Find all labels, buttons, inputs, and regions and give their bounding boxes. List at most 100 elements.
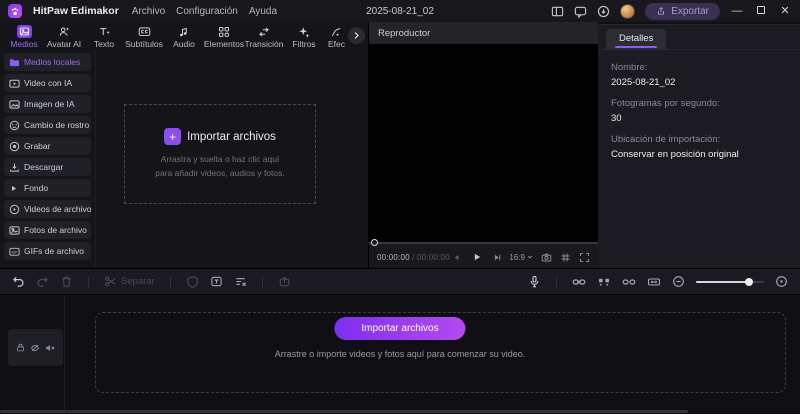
sidebar-item-video-con-ia[interactable]: Video con IA bbox=[4, 74, 91, 92]
sidebar-item-videos-de-archivo[interactable]: Videos de archivo bbox=[4, 200, 91, 218]
media-tabbar: Medios Avatar AI Texto Subtítulos Audio … bbox=[0, 22, 368, 50]
undo-icon[interactable] bbox=[12, 275, 25, 288]
media-sidebar: Medios locales Video con IA Imagen de IA… bbox=[0, 50, 95, 268]
player-header: Reproductor bbox=[369, 22, 598, 44]
tab-filtros[interactable]: Filtros bbox=[284, 25, 324, 49]
menu-archivo[interactable]: Archivo bbox=[132, 6, 165, 17]
timeline-toolbar: Separar bbox=[0, 268, 800, 295]
media-icon bbox=[16, 25, 32, 38]
field-label-fps: Fotogramas por segundo: bbox=[611, 98, 720, 109]
mask-icon[interactable] bbox=[186, 275, 199, 288]
gif-icon: GIF bbox=[9, 246, 20, 257]
zoom-fit-icon[interactable] bbox=[775, 275, 788, 288]
download-update-icon[interactable] bbox=[597, 5, 610, 18]
tab-medios[interactable]: Medios bbox=[4, 25, 44, 49]
tabs-overflow-button[interactable] bbox=[348, 27, 365, 44]
sidebar-item-grabar[interactable]: Grabar bbox=[4, 137, 91, 155]
download-icon bbox=[9, 162, 20, 173]
tab-efectos-clipped[interactable]: Efec bbox=[324, 25, 348, 49]
record-icon bbox=[9, 141, 20, 152]
tab-transicion[interactable]: Transición bbox=[244, 25, 284, 49]
folder-icon bbox=[9, 57, 20, 68]
tab-subtitulos[interactable]: Subtítulos bbox=[124, 25, 164, 49]
timeline-zoom-slider[interactable] bbox=[696, 277, 764, 286]
horizontal-scrollbar[interactable] bbox=[0, 410, 688, 413]
tab-elementos[interactable]: Elementos bbox=[204, 25, 244, 49]
field-value-fps: 30 bbox=[611, 113, 622, 124]
svg-text:GIF: GIF bbox=[11, 250, 18, 254]
zoom-slider-handle[interactable] bbox=[745, 277, 754, 286]
effects-icon bbox=[328, 25, 343, 38]
field-value-nombre: 2025-08-21_02 bbox=[611, 77, 676, 88]
document-title: 2025-08-21_02 bbox=[366, 5, 434, 17]
sidebar-item-fondo[interactable]: Fondo bbox=[4, 179, 91, 197]
redo-icon[interactable] bbox=[36, 275, 49, 288]
app-name: HitPaw Edimakor bbox=[33, 5, 119, 17]
clear-subtitles-icon[interactable] bbox=[234, 275, 247, 288]
track-header bbox=[8, 329, 63, 366]
sidebar-item-cambio-de-rostro[interactable]: Cambio de rostro bbox=[4, 116, 91, 134]
avatar-ai-icon bbox=[57, 25, 72, 38]
link-clips-icon[interactable] bbox=[572, 275, 586, 289]
prev-frame-icon[interactable] bbox=[452, 253, 461, 262]
tab-texto[interactable]: Texto bbox=[84, 25, 124, 49]
text-icon bbox=[97, 25, 112, 38]
play-icon[interactable] bbox=[472, 252, 482, 262]
minimize-button[interactable]: — bbox=[730, 4, 744, 18]
split-button[interactable]: Separar bbox=[104, 275, 155, 288]
layout-panels-icon[interactable] bbox=[551, 5, 564, 18]
caret-down-icon bbox=[527, 255, 533, 259]
sidebar-item-imagen-de-ia[interactable]: Imagen de IA bbox=[4, 95, 91, 113]
sidebar-item-gifs-de-archivo[interactable]: GIF GIFs de archivo bbox=[4, 242, 91, 260]
voiceover-mic-icon[interactable] bbox=[528, 275, 541, 288]
scissors-icon bbox=[105, 276, 116, 287]
titlebar: HitPaw Edimakor Archivo Configuración Ay… bbox=[0, 0, 800, 22]
sidebar-item-fotos-de-archivo[interactable]: Fotos de archivo bbox=[4, 221, 91, 239]
field-label-nombre: Nombre: bbox=[611, 62, 648, 73]
menu-ayuda[interactable]: Ayuda bbox=[249, 6, 277, 17]
tab-audio[interactable]: Audio bbox=[164, 25, 204, 49]
zoom-out-icon[interactable] bbox=[672, 275, 685, 288]
stock-photo-icon bbox=[9, 225, 20, 236]
import-dropzone[interactable]: + Importar archivos Arrastra y suelta o … bbox=[124, 104, 316, 204]
delete-icon[interactable] bbox=[60, 275, 73, 288]
player-panel: Reproductor 00:00:00 / 00:00:00 16:9 bbox=[368, 22, 598, 268]
ai-image-icon bbox=[9, 99, 20, 110]
app-logo-paw-icon bbox=[8, 4, 22, 18]
user-avatar[interactable] bbox=[620, 3, 636, 19]
face-swap-icon bbox=[9, 120, 20, 131]
toolbar-divider bbox=[169, 275, 171, 288]
unlink-clips-icon[interactable] bbox=[622, 275, 636, 289]
close-button[interactable]: ✕ bbox=[778, 4, 792, 18]
menu-configuracion[interactable]: Configuración bbox=[176, 6, 238, 17]
export-clip-icon[interactable] bbox=[278, 275, 291, 288]
share-icon bbox=[658, 6, 665, 15]
fullscreen-icon[interactable] bbox=[579, 252, 590, 263]
timeline-import-button[interactable]: Importar archivos bbox=[334, 317, 466, 340]
timeline-hint-text: Arrastre o importe videos y fotos aquí p… bbox=[274, 349, 526, 359]
aspect-ratio-dropdown[interactable]: 16:9 bbox=[509, 253, 533, 262]
export-button[interactable]: Exportar bbox=[645, 2, 720, 20]
transition-arrows-icon bbox=[257, 25, 272, 38]
snapshot-camera-icon[interactable] bbox=[541, 252, 552, 263]
tab-avatar-ai[interactable]: Avatar AI bbox=[44, 25, 84, 49]
player-controls: 00:00:00 / 00:00:00 16:9 bbox=[369, 239, 598, 268]
captions-icon bbox=[137, 25, 152, 38]
tab-detalles[interactable]: Detalles bbox=[606, 29, 667, 49]
add-text-icon[interactable] bbox=[210, 275, 223, 288]
sidebar-item-medios-locales[interactable]: Medios locales bbox=[4, 53, 91, 71]
feedback-icon[interactable] bbox=[574, 5, 587, 18]
media-library-panel: + Importar archivos Arrastra y suelta o … bbox=[95, 50, 368, 268]
chevron-right-icon bbox=[354, 32, 359, 39]
filters-sparkle-icon bbox=[297, 25, 312, 38]
grid-overlay-icon[interactable] bbox=[560, 252, 571, 263]
import-files-label: Importar archivos bbox=[187, 130, 276, 143]
fit-timeline-icon[interactable] bbox=[647, 275, 661, 289]
import-hint-text: Arrastra y suelta o haz clic aquí para a… bbox=[155, 154, 285, 178]
magnet-snap-icon[interactable] bbox=[597, 275, 611, 289]
sidebar-item-descargar[interactable]: Descargar bbox=[4, 158, 91, 176]
ai-video-icon bbox=[9, 78, 20, 89]
maximize-button[interactable] bbox=[754, 4, 768, 18]
next-frame-icon[interactable] bbox=[493, 253, 502, 262]
field-value-ubicacion: Conservar en posición original bbox=[611, 149, 739, 160]
